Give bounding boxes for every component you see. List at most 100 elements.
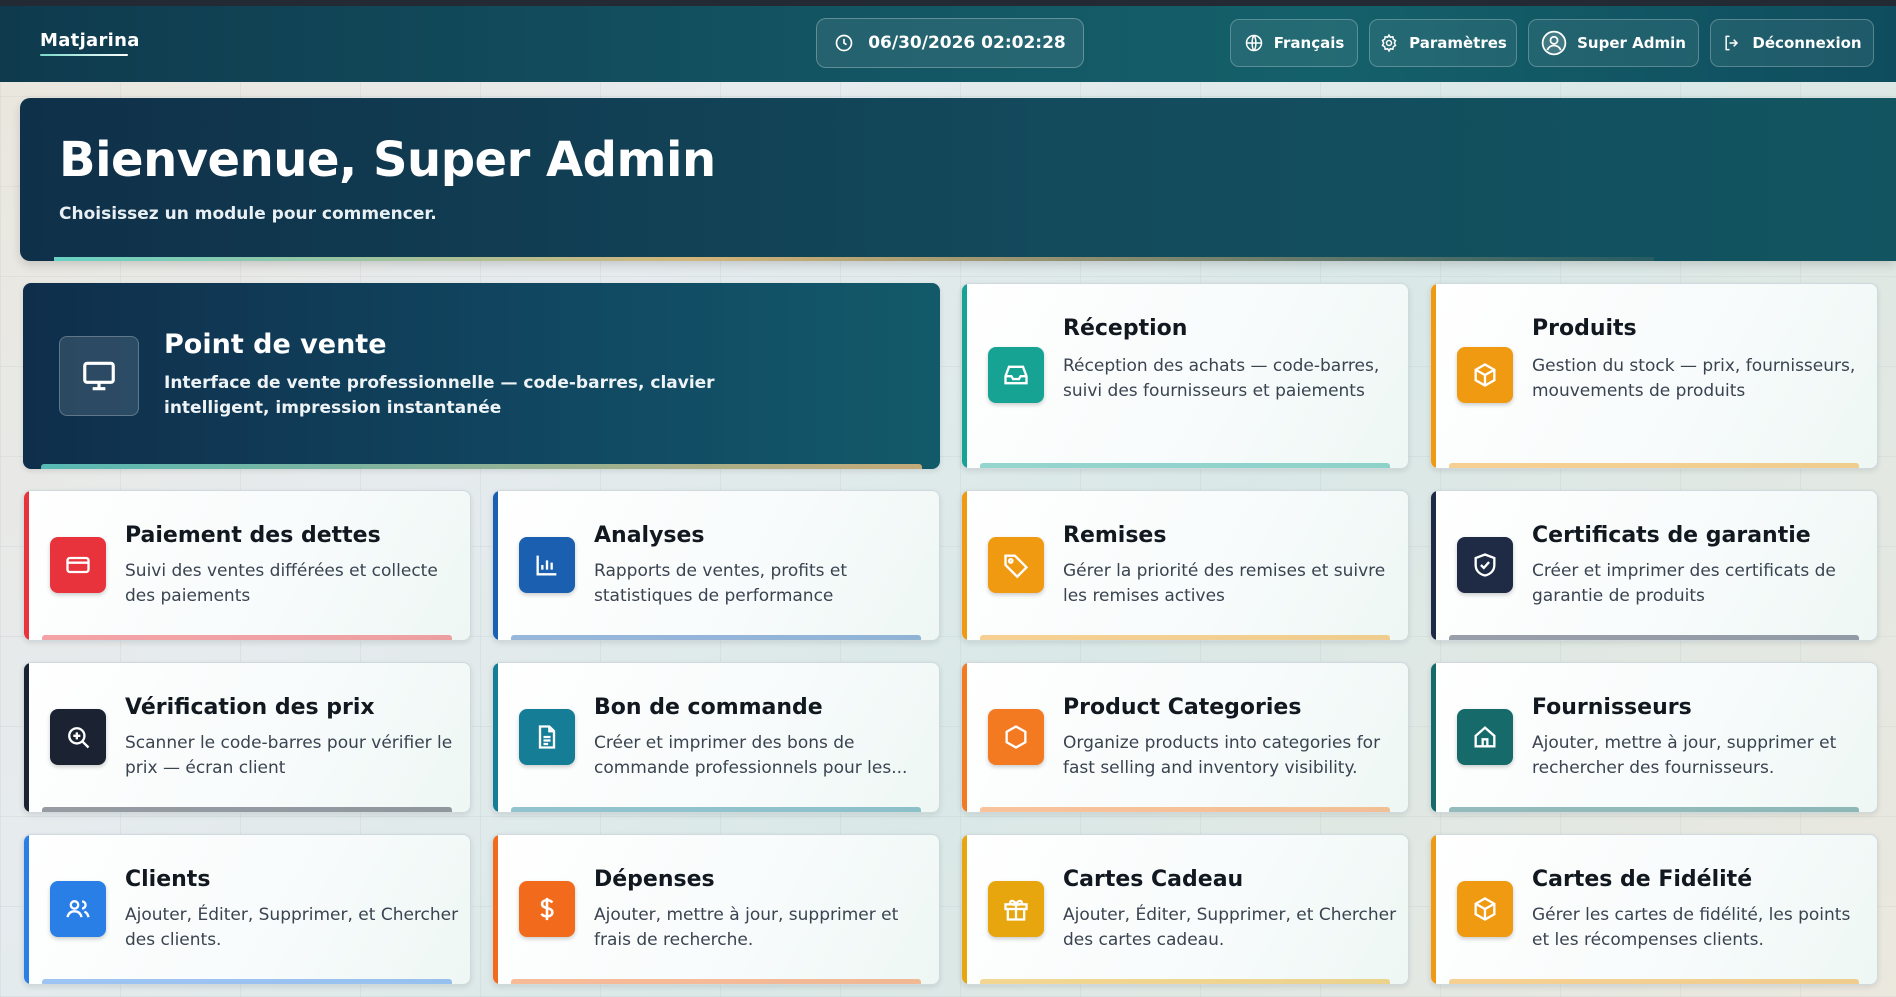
welcome-banner: Bienvenue, Super Admin Choisissez un mod…	[20, 98, 1896, 261]
dollar-icon	[519, 880, 575, 937]
logout-label: Déconnexion	[1752, 34, 1862, 52]
welcome-title: Bienvenue, Super Admin	[59, 132, 716, 188]
module-card-certificats-de-garantie[interactable]: Certificats de garantie Créer et imprime…	[1430, 490, 1878, 641]
logout-icon	[1725, 35, 1739, 51]
users-icon	[50, 880, 106, 937]
tag-icon	[988, 536, 1044, 593]
module-description: Ajouter, Éditer, Supprimer, et Chercher …	[1063, 905, 1397, 950]
module-card-cartes-cadeau[interactable]: Cartes Cadeau Ajouter, Éditer, Supprimer…	[961, 834, 1409, 985]
module-card-paiement-des-dettes[interactable]: Paiement des dettes Suivi des ventes dif…	[23, 490, 471, 641]
datetime-text: 06/30/2026 02:02:28	[868, 33, 1066, 53]
card-accent	[493, 663, 498, 812]
card-bottom-line	[511, 807, 921, 812]
module-card-remises[interactable]: Remises Gérer la priorité des remises et…	[961, 490, 1409, 641]
user-label: Super Admin	[1577, 34, 1686, 52]
card-bottom-line	[511, 979, 921, 984]
user-menu-button[interactable]: Super Admin	[1528, 19, 1699, 67]
card-bottom-line	[1449, 979, 1859, 984]
module-card-cartes-de-fidelite[interactable]: Cartes de Fidélité Gérer les cartes de f…	[1430, 834, 1878, 985]
language-label: Français	[1273, 34, 1345, 52]
module-title: Cartes de Fidélité	[1532, 867, 1753, 892]
module-card-produits[interactable]: Produits Gestion du stock — prix, fourni…	[1430, 283, 1878, 469]
module-card-bon-de-commande[interactable]: Bon de commande Créer et imprimer des bo…	[492, 662, 940, 813]
card-bottom-line	[1449, 807, 1859, 812]
box-icon	[1457, 880, 1513, 937]
language-button[interactable]: Français	[1230, 19, 1358, 67]
card-bottom-line	[1449, 635, 1859, 640]
hexagon-icon	[988, 708, 1044, 765]
module-title: Point de vente	[164, 329, 387, 360]
card-accent	[962, 663, 967, 812]
module-title: Bon de commande	[594, 695, 823, 720]
module-description: Réception des achats — code-barres, suiv…	[1063, 356, 1380, 401]
card-accent	[962, 491, 967, 640]
top-header: Matjarina 06/30/2026 02:02:28 Français P…	[0, 6, 1896, 82]
card-accent	[493, 491, 498, 640]
card-accent	[962, 284, 967, 468]
brand-underline	[40, 54, 128, 56]
card-bottom-line	[41, 464, 922, 469]
card-bottom-line	[511, 635, 921, 640]
module-card-fournisseurs[interactable]: Fournisseurs Ajouter, mettre à jour, sup…	[1430, 662, 1878, 813]
brand-logo[interactable]: Matjarina	[40, 30, 140, 51]
chart-icon	[519, 536, 575, 593]
settings-button[interactable]: Paramètres	[1369, 19, 1517, 67]
home-icon	[1457, 708, 1513, 765]
monitor-icon	[59, 336, 139, 416]
module-description: Ajouter, mettre à jour, supprimer et fra…	[594, 905, 899, 950]
module-title: Clients	[125, 867, 211, 892]
module-title: Certificats de garantie	[1532, 523, 1811, 548]
box-icon	[1457, 347, 1513, 403]
module-description: Gérer la priorité des remises et suivre …	[1063, 561, 1386, 606]
module-description: Organize products into categories for fa…	[1063, 733, 1381, 778]
module-description: Ajouter, mettre à jour, supprimer et rec…	[1532, 733, 1837, 778]
card-bottom-line	[980, 979, 1390, 984]
module-card-analyses[interactable]: Analyses Rapports de ventes, profits et …	[492, 490, 940, 641]
module-description: Créer et imprimer des certificats de gar…	[1532, 561, 1836, 606]
card-accent	[1431, 663, 1436, 812]
module-title: Remises	[1063, 523, 1167, 548]
module-title: Dépenses	[594, 867, 715, 892]
globe-icon	[1245, 34, 1262, 52]
card-bottom-line	[42, 807, 452, 812]
module-card-point-de-vente[interactable]: Point de vente Interface de vente profes…	[23, 283, 940, 469]
module-description: Interface de vente professionnelle — cod…	[164, 373, 715, 418]
card-accent	[1431, 491, 1436, 640]
module-card-clients[interactable]: Clients Ajouter, Éditer, Supprimer, et C…	[23, 834, 471, 985]
card-bottom-line	[42, 635, 452, 640]
card-accent	[493, 835, 498, 984]
card-accent	[24, 835, 29, 984]
module-description: Créer et imprimer des bons de commande p…	[594, 733, 908, 778]
module-card-verification-des-prix[interactable]: Vérification des prix Scanner le code-ba…	[23, 662, 471, 813]
card-bottom-line	[42, 979, 452, 984]
module-title: Analyses	[594, 523, 705, 548]
logout-button[interactable]: Déconnexion	[1710, 19, 1874, 67]
datetime-display: 06/30/2026 02:02:28	[816, 18, 1084, 68]
gear-icon	[1381, 33, 1397, 53]
card-bottom-line	[980, 635, 1390, 640]
card-bottom-line	[980, 807, 1390, 812]
card-accent	[24, 491, 29, 640]
clock-icon	[835, 34, 853, 52]
module-description: Ajouter, Éditer, Supprimer, et Chercher …	[125, 905, 459, 950]
module-description: Gestion du stock — prix, fournisseurs, m…	[1532, 356, 1856, 401]
module-description: Rapports de ventes, profits et statistiq…	[594, 561, 848, 606]
card-bottom-line	[980, 463, 1390, 468]
module-card-reception[interactable]: Réception Réception des achats — code-ba…	[961, 283, 1409, 469]
shield-check-icon	[1457, 536, 1513, 593]
inbox-icon	[988, 347, 1044, 403]
zoom-icon	[50, 708, 106, 765]
module-title: Produits	[1532, 316, 1637, 341]
document-icon	[519, 708, 575, 765]
settings-label: Paramètres	[1409, 34, 1507, 52]
card-bottom-line	[1449, 463, 1859, 468]
gift-icon	[988, 880, 1044, 937]
module-title: Réception	[1063, 316, 1188, 341]
module-description: Suivi des ventes différées et collecte d…	[125, 561, 438, 606]
user-icon	[1541, 30, 1567, 56]
card-accent	[962, 835, 967, 984]
welcome-subtitle: Choisissez un module pour commencer.	[59, 204, 437, 224]
module-card-product-categories[interactable]: Product Categories Organize products int…	[961, 662, 1409, 813]
module-title: Cartes Cadeau	[1063, 867, 1244, 892]
module-card-depenses[interactable]: Dépenses Ajouter, mettre à jour, supprim…	[492, 834, 940, 985]
